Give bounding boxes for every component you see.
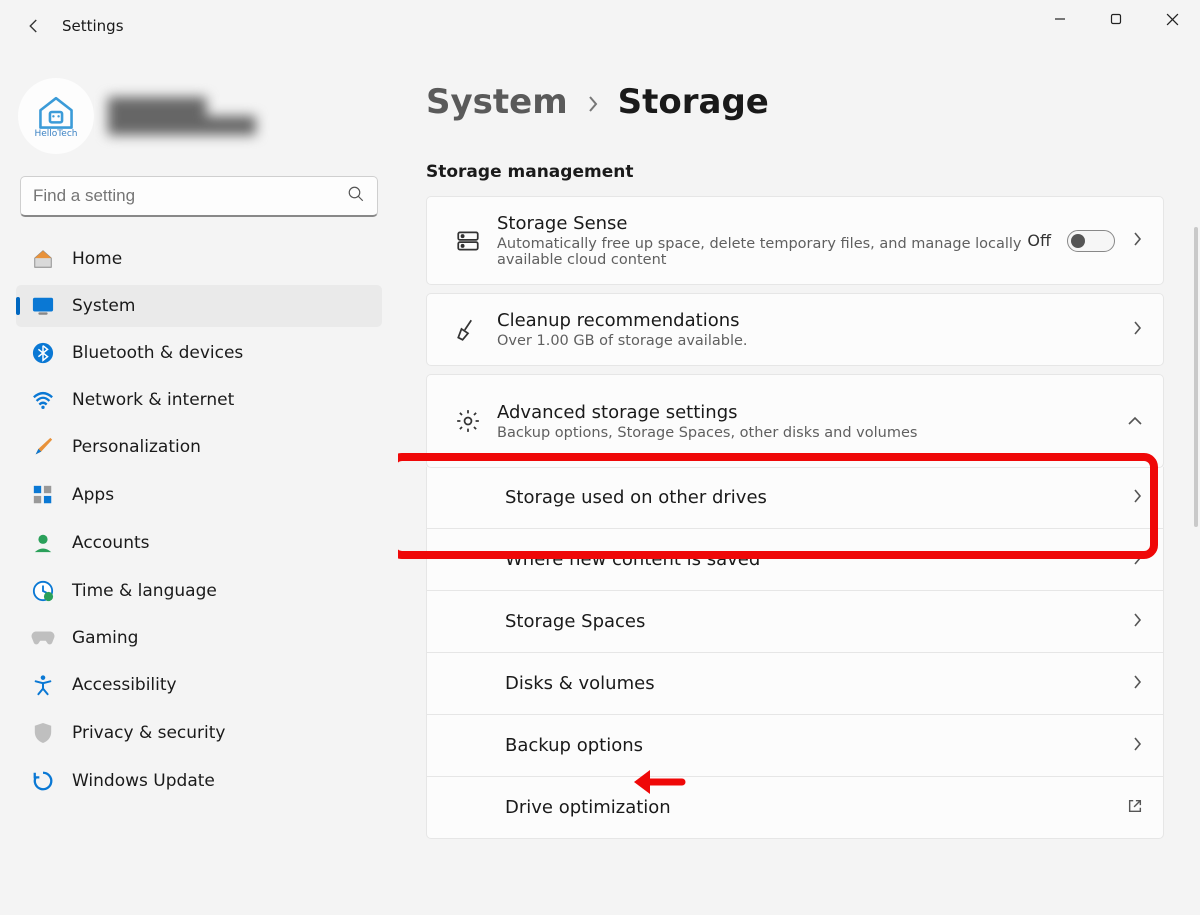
sidebar-item-label: Bluetooth & devices — [72, 343, 243, 363]
scrollbar[interactable] — [1194, 227, 1198, 527]
search-box[interactable] — [20, 176, 378, 217]
storage-sense-toggle[interactable] — [1067, 230, 1115, 252]
subitem-storage-spaces[interactable]: Storage Spaces — [427, 591, 1163, 653]
search-icon — [347, 185, 365, 207]
sidebar-item-network[interactable]: Network & internet — [16, 379, 382, 421]
chevron-up-icon — [1127, 412, 1143, 431]
sidebar-item-label: Network & internet — [72, 390, 234, 410]
sidebar-item-label: Privacy & security — [72, 723, 226, 743]
advanced-storage-subitems: Storage used on other drives Where new c… — [426, 467, 1164, 839]
avatar: HelloTech — [18, 78, 94, 154]
toggle-state-label: Off — [1027, 231, 1051, 250]
sidebar-item-home[interactable]: Home — [16, 237, 382, 281]
apps-icon — [28, 484, 58, 506]
advanced-storage-card: Advanced storage settings Backup options… — [426, 374, 1164, 468]
gear-icon — [447, 408, 489, 434]
paintbrush-icon — [28, 436, 58, 458]
window-controls — [1032, 0, 1200, 38]
minimize-button[interactable] — [1032, 0, 1088, 38]
subitem-drive-optimization[interactable]: Drive optimization — [427, 777, 1163, 838]
broom-icon — [447, 317, 489, 343]
row-title: Cleanup recommendations — [497, 310, 1131, 331]
chevron-right-icon — [1131, 231, 1143, 251]
search-input[interactable] — [33, 186, 347, 206]
storage-icon — [447, 228, 489, 254]
subitem-label: Storage used on other drives — [505, 487, 1131, 508]
subitem-storage-other-drives[interactable]: Storage used on other drives — [427, 467, 1163, 529]
sidebar-item-label: System — [72, 296, 135, 316]
chevron-right-icon — [1131, 674, 1143, 694]
sidebar-item-accessibility[interactable]: Accessibility — [16, 663, 382, 707]
chevron-right-icon — [586, 91, 600, 119]
breadcrumb: System Storage — [426, 82, 1164, 122]
sidebar-item-system[interactable]: System — [16, 285, 382, 327]
maximize-button[interactable] — [1088, 0, 1144, 38]
chevron-right-icon — [1131, 488, 1143, 508]
storage-sense-row[interactable]: Storage Sense Automatically free up spac… — [427, 197, 1163, 284]
sidebar-item-bluetooth[interactable]: Bluetooth & devices — [16, 331, 382, 375]
person-icon — [28, 532, 58, 554]
advanced-storage-row[interactable]: Advanced storage settings Backup options… — [427, 375, 1163, 467]
section-header: Storage management — [426, 162, 1164, 182]
title-bar: Settings — [0, 0, 1200, 52]
cleanup-card: Cleanup recommendations Over 1.00 GB of … — [426, 293, 1164, 366]
sidebar-item-label: Gaming — [72, 628, 138, 648]
avatar-caption: HelloTech — [35, 129, 78, 139]
chevron-right-icon — [1131, 550, 1143, 570]
main-panel: System Storage Storage management Storag… — [398, 52, 1200, 915]
chevron-right-icon — [1131, 736, 1143, 756]
accessibility-icon — [28, 674, 58, 696]
profile-name: ████████████████████ — [108, 97, 256, 135]
back-button[interactable] — [22, 14, 46, 38]
sidebar-item-label: Accounts — [72, 533, 150, 553]
sidebar-item-apps[interactable]: Apps — [16, 473, 382, 517]
subitem-label: Drive optimization — [505, 797, 1127, 818]
subitem-label: Storage Spaces — [505, 611, 1131, 632]
clock-globe-icon — [28, 580, 58, 602]
row-subtitle: Over 1.00 GB of storage available. — [497, 333, 1131, 349]
sidebar-item-label: Apps — [72, 485, 114, 505]
close-button[interactable] — [1144, 0, 1200, 38]
sidebar-item-label: Personalization — [72, 437, 201, 457]
app-title: Settings — [62, 17, 124, 35]
subitem-label: Backup options — [505, 735, 1131, 756]
subitem-new-content-saved[interactable]: Where new content is saved — [427, 529, 1163, 591]
sidebar-item-privacy[interactable]: Privacy & security — [16, 711, 382, 755]
external-link-icon — [1127, 798, 1143, 818]
sidebar-item-accounts[interactable]: Accounts — [16, 521, 382, 565]
sidebar-item-personalization[interactable]: Personalization — [16, 425, 382, 469]
subitem-backup-options[interactable]: Backup options — [427, 715, 1163, 777]
chevron-right-icon — [1131, 320, 1143, 340]
gamepad-icon — [28, 629, 58, 647]
sidebar-item-label: Time & language — [72, 581, 217, 601]
row-title: Storage Sense — [497, 213, 1027, 234]
cleanup-row[interactable]: Cleanup recommendations Over 1.00 GB of … — [427, 294, 1163, 365]
sidebar-item-gaming[interactable]: Gaming — [16, 617, 382, 659]
system-icon — [28, 296, 58, 316]
bluetooth-icon — [28, 342, 58, 364]
row-subtitle: Backup options, Storage Spaces, other di… — [497, 425, 1127, 441]
profile-block[interactable]: HelloTech ████████████████████ — [16, 76, 382, 156]
sidebar-item-update[interactable]: Windows Update — [16, 759, 382, 803]
chevron-right-icon — [1131, 612, 1143, 632]
subitem-label: Disks & volumes — [505, 673, 1131, 694]
sidebar-item-label: Accessibility — [72, 675, 177, 695]
row-subtitle: Automatically free up space, delete temp… — [497, 236, 1027, 268]
sidebar: HelloTech ████████████████████ Home Syst — [0, 52, 398, 915]
home-icon — [28, 248, 58, 270]
storage-sense-card: Storage Sense Automatically free up spac… — [426, 196, 1164, 285]
shield-icon — [28, 722, 58, 744]
update-icon — [28, 770, 58, 792]
subitem-disks-volumes[interactable]: Disks & volumes — [427, 653, 1163, 715]
sidebar-item-label: Windows Update — [72, 771, 215, 791]
sidebar-item-time[interactable]: Time & language — [16, 569, 382, 613]
row-title: Advanced storage settings — [497, 402, 1127, 423]
wifi-icon — [28, 390, 58, 410]
subitem-label: Where new content is saved — [505, 549, 1131, 570]
breadcrumb-current: Storage — [618, 82, 769, 122]
sidebar-item-label: Home — [72, 249, 122, 269]
breadcrumb-parent[interactable]: System — [426, 82, 568, 122]
